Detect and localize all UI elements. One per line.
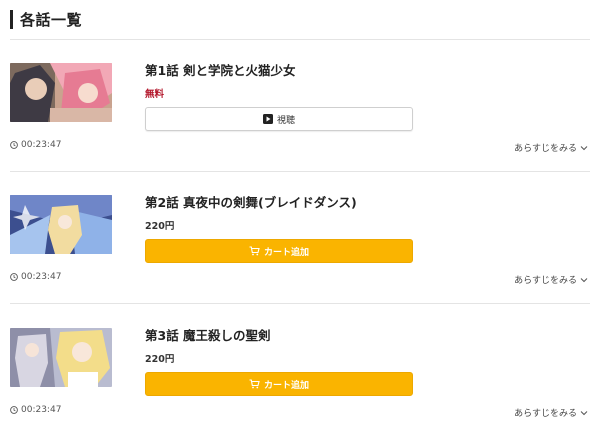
- episode-item: 第2話 真夜中の剣舞(ブレイドダンス) 220円 カート追加 00:23:47 …: [0, 172, 600, 304]
- heading-accent-bar: [10, 10, 13, 29]
- cart-icon: [249, 379, 260, 389]
- cart-button-label: カート追加: [263, 247, 309, 258]
- synopsis-label: あらすじをみる: [514, 144, 577, 154]
- duration-text: 00:23:47: [21, 272, 62, 282]
- section-header: 各話一覧: [10, 8, 590, 40]
- clock-icon: [10, 406, 18, 414]
- clock-icon: [10, 141, 18, 149]
- chevron-down-icon: [580, 145, 588, 150]
- synopsis-label: あらすじをみる: [514, 276, 577, 286]
- episode-item: 第3話 魔王殺しの聖剣 220円 カート追加 00:23:47 あらすじをみる: [0, 305, 600, 437]
- episode-item: 第1話 剣と学院と火猫少女 無料 視聴 00:23:47 あらすじをみる: [0, 40, 600, 172]
- add-to-cart-button[interactable]: カート追加: [145, 372, 413, 396]
- episode-duration: 00:23:47: [10, 405, 61, 415]
- episode-duration: 00:23:47: [10, 272, 61, 282]
- section-title: 各話一覧: [20, 11, 83, 29]
- cart-button-label: カート追加: [263, 380, 309, 391]
- synopsis-link[interactable]: あらすじをみる: [514, 273, 588, 286]
- clock-icon: [10, 273, 18, 281]
- episode-title[interactable]: 第1話 剣と学院と火猫少女: [145, 60, 296, 79]
- chevron-down-icon: [580, 410, 588, 415]
- episode-price: 220円: [145, 354, 175, 365]
- play-icon: [262, 114, 273, 124]
- episode-thumbnail[interactable]: [10, 328, 112, 387]
- add-to-cart-button[interactable]: カート追加: [145, 239, 413, 263]
- episode-title[interactable]: 第2話 真夜中の剣舞(ブレイドダンス): [145, 192, 357, 211]
- episode-price: 無料: [145, 89, 165, 100]
- duration-text: 00:23:47: [21, 140, 62, 150]
- episode-price: 220円: [145, 221, 175, 232]
- synopsis-link[interactable]: あらすじをみる: [514, 141, 588, 154]
- episode-title[interactable]: 第3話 魔王殺しの聖剣: [145, 325, 271, 344]
- chevron-down-icon: [580, 277, 588, 282]
- synopsis-label: あらすじをみる: [514, 409, 577, 419]
- episode-thumbnail[interactable]: [10, 195, 112, 254]
- episode-duration: 00:23:47: [10, 140, 61, 150]
- cart-icon: [249, 246, 260, 256]
- watch-button[interactable]: 視聴: [145, 107, 413, 131]
- watch-button-label: 視聴: [276, 115, 295, 126]
- episode-thumbnail[interactable]: [10, 63, 112, 122]
- episode-divider: [10, 303, 590, 304]
- duration-text: 00:23:47: [21, 405, 62, 415]
- synopsis-link[interactable]: あらすじをみる: [514, 406, 588, 419]
